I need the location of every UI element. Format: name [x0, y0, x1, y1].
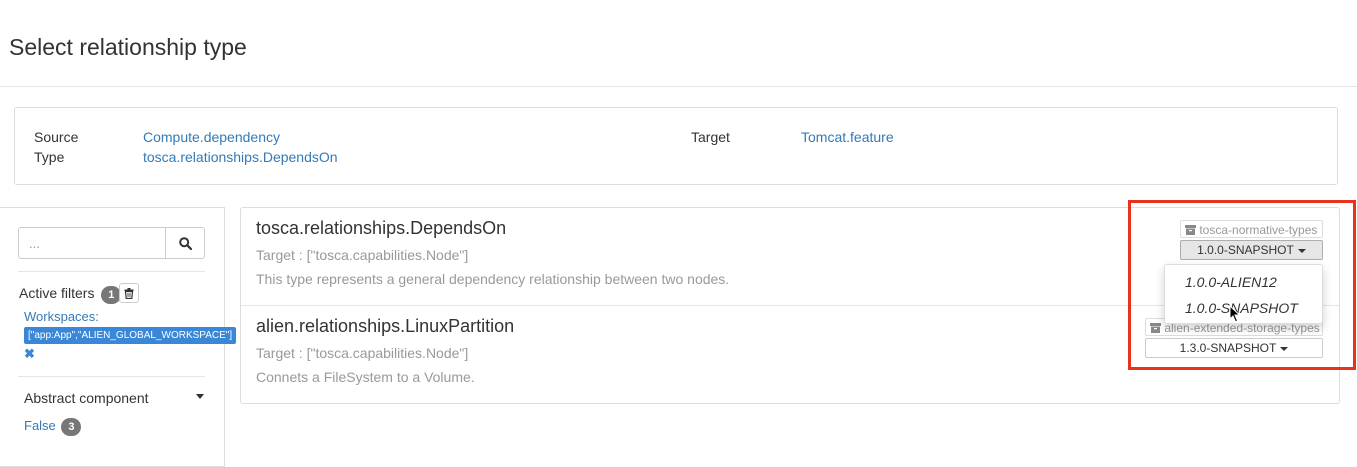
- chevron-down-icon[interactable]: [196, 394, 204, 399]
- workspaces-filter-label: Workspaces:: [24, 309, 99, 324]
- caret-down-icon: [1280, 346, 1289, 351]
- page-title: Select relationship type: [9, 34, 247, 60]
- active-filters-label: Active filters: [19, 285, 95, 301]
- target-label: Target: [691, 129, 730, 145]
- relationship-info-panel: Source Compute.dependency Type tosca.rel…: [14, 107, 1338, 185]
- relationship-target: Target : ["tosca.capabilities.Node"]: [256, 247, 469, 263]
- relationship-description: Connets a FileSystem to a Volume.: [256, 369, 475, 385]
- active-filters: Active filters 1: [19, 285, 122, 304]
- facet-false-count-badge: 3: [61, 418, 82, 436]
- search-input[interactable]: [18, 227, 166, 259]
- clear-filters-button[interactable]: [119, 283, 139, 303]
- archive-name: tosca-normative-types: [1199, 223, 1318, 237]
- relationship-name[interactable]: alien.relationships.LinuxPartition: [256, 316, 514, 337]
- archive-tag: tosca-normative-types: [1180, 220, 1323, 238]
- version-select-button[interactable]: 1.0.0-SNAPSHOT: [1180, 240, 1323, 260]
- trash-icon: [124, 287, 134, 299]
- mouse-cursor-icon: [1229, 305, 1241, 323]
- search-icon: [178, 236, 192, 250]
- abstract-component-facet-label: Abstract component: [24, 390, 149, 406]
- source-link[interactable]: Compute.dependency: [143, 129, 280, 145]
- version-option[interactable]: 1.0.0-ALIEN12: [1185, 274, 1277, 290]
- version-select-button[interactable]: 1.3.0-SNAPSHOT: [1145, 338, 1323, 358]
- source-label: Source: [34, 129, 79, 145]
- title-divider: [0, 86, 1357, 87]
- version-label: 1.3.0-SNAPSHOT: [1179, 341, 1277, 355]
- search-button[interactable]: [165, 227, 205, 259]
- relationship-name[interactable]: tosca.relationships.DependsOn: [256, 218, 506, 239]
- facet-false-option[interactable]: False 3: [24, 418, 82, 436]
- type-link[interactable]: tosca.relationships.DependsOn: [143, 149, 338, 165]
- sidebar-divider: [18, 376, 205, 377]
- version-label: 1.0.0-SNAPSHOT: [1197, 243, 1294, 257]
- caret-down-icon: [1297, 248, 1306, 253]
- relationship-target: Target : ["tosca.capabilities.Node"]: [256, 345, 469, 361]
- filter-sidebar: Active filters 1 Workspaces: ["app:App",…: [0, 207, 237, 467]
- version-option[interactable]: 1.0.0-SNAPSHOT: [1185, 300, 1298, 316]
- workspaces-filter-tag[interactable]: ["app:App","ALIEN_GLOBAL_WORKSPACE"]: [24, 327, 237, 344]
- facet-false-label: False: [24, 418, 56, 433]
- archive-icon: [1185, 225, 1196, 235]
- archive-icon: [1150, 323, 1161, 333]
- version-dropdown-menu: 1.0.0-ALIEN12 1.0.0-SNAPSHOT: [1164, 264, 1323, 324]
- relationship-description: This type represents a general dependenc…: [256, 271, 730, 287]
- sidebar-divider: [18, 271, 205, 272]
- remove-filter-icon[interactable]: ✖: [24, 346, 35, 362]
- target-link[interactable]: Tomcat.feature: [801, 129, 894, 145]
- type-label: Type: [34, 149, 65, 165]
